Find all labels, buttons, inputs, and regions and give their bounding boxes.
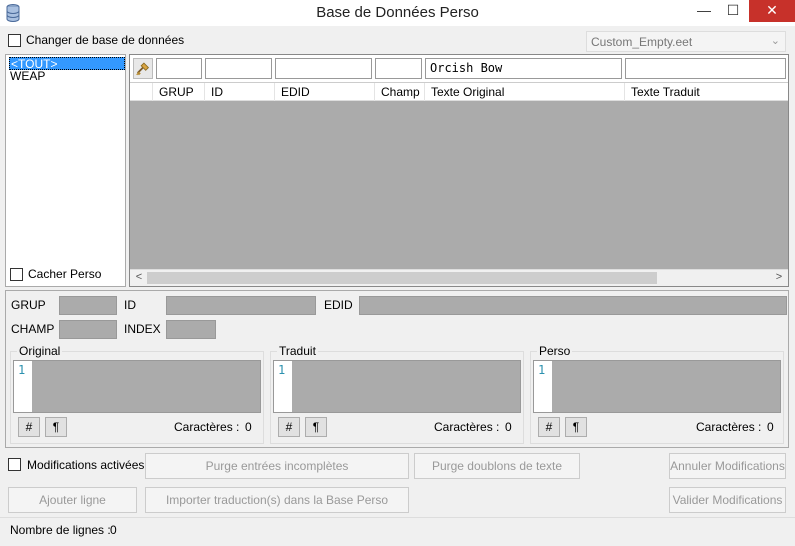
filter-texte-original[interactable]: Orcish Bow (425, 58, 622, 79)
traduit-editor[interactable]: 1 (273, 360, 521, 413)
traduit-title: Traduit (277, 344, 318, 358)
perso-hash-button[interactable]: # (538, 417, 560, 437)
db-combo[interactable]: Custom_Empty.eet ⌄ (586, 31, 786, 52)
validate-modifications-button[interactable]: Valider Modifications (669, 487, 786, 513)
grup-field[interactable] (59, 296, 117, 315)
list-item-weap[interactable]: WEAP (9, 70, 125, 83)
lines-count-label: Nombre de lignes : (10, 523, 111, 537)
scroll-left-icon[interactable]: < (132, 271, 146, 283)
scroll-right-icon[interactable]: > (772, 271, 786, 283)
col-texte-original[interactable]: Texte Original (424, 83, 624, 101)
purge-duplicates-button[interactable]: Purge doublons de texte (414, 453, 580, 479)
close-button[interactable]: ✕ (749, 0, 795, 22)
perso-editor[interactable]: 1 (533, 360, 781, 413)
filter-row: Orcish Bow (130, 55, 788, 83)
filter-edid[interactable] (275, 58, 372, 79)
filter-champ[interactable] (375, 58, 422, 79)
data-grid[interactable]: Orcish Bow GRUP ID EDID Champ Texte Orig… (129, 54, 789, 287)
window-title: Base de Données Perso (316, 4, 479, 21)
original-editor[interactable]: 1 (13, 360, 261, 413)
minimize-button[interactable]: — (688, 0, 720, 22)
add-line-button[interactable]: Ajouter ligne (8, 487, 137, 513)
index-field[interactable] (166, 320, 216, 339)
perso-title: Perso (537, 344, 573, 358)
traduit-group: Traduit 1 # ¶ Caractères : 0 (270, 344, 524, 444)
original-chars-value: 0 (245, 420, 252, 434)
index-label: INDEX (124, 322, 161, 336)
perso-chars-value: 0 (767, 420, 774, 434)
purge-incomplete-button[interactable]: Purge entrées incomplètes (145, 453, 409, 479)
grup-list[interactable]: <TOUT> WEAP Cacher Perso (5, 54, 126, 287)
col-champ[interactable]: Champ (374, 83, 424, 101)
broom-icon (136, 62, 150, 76)
id-field[interactable] (166, 296, 316, 315)
import-translation-button[interactable]: Importer traduction(s) dans la Base Pers… (145, 487, 409, 513)
perso-chars-label: Caractères : (696, 420, 762, 434)
traduit-hash-button[interactable]: # (278, 417, 300, 437)
cancel-modifications-button[interactable]: Annuler Modifications (669, 453, 786, 479)
maximize-button[interactable]: ☐ (718, 0, 748, 22)
traduit-pilcrow-button[interactable]: ¶ (305, 417, 327, 437)
hide-perso-checkbox[interactable] (10, 268, 23, 281)
status-bar: Nombre de lignes : 0 (0, 517, 795, 546)
original-chars-label: Caractères : (174, 420, 240, 434)
filter-id[interactable] (205, 58, 272, 79)
perso-pilcrow-button[interactable]: ¶ (565, 417, 587, 437)
edid-label: EDID (324, 298, 353, 312)
clear-filters-button[interactable] (133, 58, 153, 79)
edid-field[interactable] (359, 296, 787, 315)
line-number: 1 (14, 361, 32, 412)
col-texte-traduit[interactable]: Texte Traduit (624, 83, 788, 101)
line-number: 1 (534, 361, 552, 412)
original-group: Original 1 # ¶ Caractères : 0 (10, 344, 264, 444)
change-db-label: Changer de base de données (26, 33, 185, 47)
original-hash-button[interactable]: # (18, 417, 40, 437)
original-pilcrow-button[interactable]: ¶ (45, 417, 67, 437)
id-label: ID (124, 298, 136, 312)
lines-count-value: 0 (110, 523, 117, 537)
traduit-chars-value: 0 (505, 420, 512, 434)
champ-label: CHAMP (11, 322, 55, 336)
original-title: Original (17, 344, 63, 358)
change-db-checkbox[interactable] (8, 34, 21, 47)
hide-perso-label: Cacher Perso (28, 267, 102, 281)
modifications-checkbox[interactable] (8, 458, 21, 471)
detail-panel: GRUP ID EDID CHAMP INDEX Original 1 # ¶ … (5, 290, 789, 448)
title-bar: Base de Données Perso — ☐ ✕ (0, 0, 795, 26)
perso-group: Perso 1 # ¶ Caractères : 0 (530, 344, 784, 444)
col-id[interactable]: ID (204, 83, 274, 101)
grup-label: GRUP (11, 298, 46, 312)
chevron-down-icon: ⌄ (770, 35, 780, 47)
col-edid[interactable]: EDID (274, 83, 374, 101)
db-combo-value: Custom_Empty.eet (591, 35, 693, 49)
traduit-chars-label: Caractères : (434, 420, 500, 434)
champ-field[interactable] (59, 320, 117, 339)
filter-texte-traduit[interactable] (625, 58, 786, 79)
line-number: 1 (274, 361, 292, 412)
grid-header: GRUP ID EDID Champ Texte Original Texte … (130, 83, 788, 101)
col-grup[interactable]: GRUP (152, 83, 204, 101)
horizontal-scrollbar[interactable]: < > (130, 269, 788, 286)
filter-grup[interactable] (156, 58, 202, 79)
scrollbar-thumb[interactable] (147, 272, 657, 284)
modifications-label: Modifications activées (27, 458, 145, 472)
